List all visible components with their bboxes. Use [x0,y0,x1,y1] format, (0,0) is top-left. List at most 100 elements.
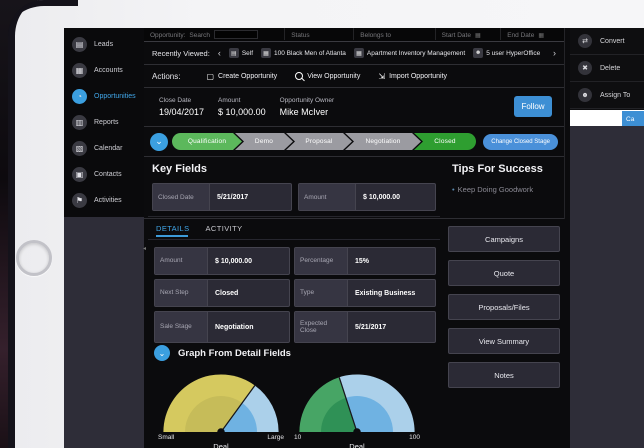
deal-value-gauge: 10 100 Deal [294,369,420,448]
sidebar-item-accounts[interactable]: ▦ Accounts [64,57,144,83]
lower-content: ◂ DETAILS ACTIVITY Amount $ 10,000.00 [144,214,564,219]
quote-button[interactable]: Quote [448,260,560,286]
sidebar-item-label: Calendar [94,145,122,152]
document-icon: ▤ [229,48,239,58]
filter-column-end-date[interactable]: End Date ▦ [500,28,564,40]
organization-icon: ▦ [354,48,364,58]
gauge-chart [158,369,284,433]
view-opportunity-action[interactable]: View Opportunity [295,72,360,80]
key-fields-title: Key Fields [152,163,207,175]
stage-chevrons: Qualification Demo Proposal Negotiation [172,133,476,150]
filter-search-cell[interactable]: Opportunity: Search [144,28,284,40]
sidebar-item-leads[interactable]: ▤ Leads [64,31,144,57]
change-closed-stage-button[interactable]: Change Closed Stage [483,134,558,150]
detail-field-expected-close[interactable]: Expected Close 5/21/2017 [294,311,436,343]
filter-search-input[interactable] [214,30,258,39]
stage-closed[interactable]: Closed [414,133,476,150]
stage-qualification[interactable]: Qualification [172,133,242,150]
sidebar-menu: ▤ Leads ▦ Accounts ◔ Opportunities ▥ Rep… [64,28,144,217]
contacts-icon: ▣ [72,167,87,182]
search-icon [295,72,303,80]
chevron-left-icon[interactable]: ‹ [218,49,221,58]
sidebar-item-reports[interactable]: ▥ Reports [64,109,144,135]
sidebar-item-label: Activities [94,197,122,204]
panel-action-button[interactable]: Ca [622,111,644,127]
detail-field-amount[interactable]: Amount $ 10,000.00 [154,247,290,275]
filter-column-status[interactable]: Status [284,28,353,40]
detail-field-percentage[interactable]: Percentage 15% [294,247,436,275]
filter-search-label: Opportunity: [150,32,185,39]
gauge-title: Deal [294,442,420,448]
record-summary-row: Close Date 19/04/2017 Amount $ 10,000.00… [144,88,564,127]
filter-row: Opportunity: Search Status Belongs to St… [144,28,564,42]
filter-column-belongs-to[interactable]: Belongs to [353,28,434,40]
key-fields-section: Key Fields Closed Date 5/21/2017 Amount … [144,157,564,219]
gauge-max-label: Large [267,434,284,441]
follow-button[interactable]: Follow [514,96,552,117]
detail-field-type[interactable]: Type Existing Business [294,279,436,307]
delete-action[interactable]: ✖ Delete [570,55,644,82]
assign-to-action[interactable]: ☻ Assign To [570,82,644,109]
stage-proposal[interactable]: Proposal [286,133,352,150]
notes-button[interactable]: Notes [448,362,560,388]
amount-field: Amount $ 10,000.00 [218,97,266,117]
stage-bar: ⌄ Qualification Demo Proposal Negotiatio… [144,127,564,157]
recently-viewed-label: Recently Viewed: [152,49,210,58]
actions-row: Actions: ▢ Create Opportunity View Oppor… [144,65,564,88]
opportunity-page: Opportunity: Search Status Belongs to St… [144,28,565,219]
app-screen: ▤ Leads ▦ Accounts ◔ Opportunities ▥ Rep… [64,28,644,448]
stage-demo[interactable]: Demo [235,133,293,150]
tab-activity[interactable]: ACTIVITY [206,224,243,233]
panel-empty-area [570,126,644,448]
assign-user-icon: ☻ [578,88,592,102]
recent-item-self[interactable]: ▤ Self [229,48,253,58]
sidebar-item-label: Contacts [94,171,122,178]
sidebar-item-contacts[interactable]: ▣ Contacts [64,161,144,187]
detail-field-sale-stage[interactable]: Sale Stage Negotiation [154,311,290,343]
recent-item-hyperoffice[interactable]: ☻ 5 user HyperOffice [473,48,540,58]
campaigns-button[interactable]: Campaigns [448,226,560,252]
detail-field-next-step[interactable]: Next Step Closed [154,279,290,307]
collapse-stage-icon[interactable]: ⌄ [150,133,168,151]
resize-handle-icon[interactable]: ◂ [143,245,146,252]
gauge-min-label: 10 [294,434,301,441]
calendar-icon[interactable]: ▦ [475,32,481,39]
import-opportunity-action[interactable]: ⇲ Import Opportunity [378,72,447,81]
record-actions-panel: ⇄ Convert ✖ Delete ☻ Assign To Ca [570,28,644,448]
leads-icon: ▤ [72,37,87,52]
activities-icon: ⚑ [72,193,87,208]
home-button[interactable] [16,240,52,276]
amount-keyfield[interactable]: Amount $ 10,000.00 [298,183,436,211]
chevron-right-icon[interactable]: › [553,49,556,58]
proposals-files-button[interactable]: Proposals/Files [448,294,560,320]
view-summary-button[interactable]: View Summary [448,328,560,354]
filter-column-start-date[interactable]: Start Date ▦ [435,28,501,40]
collapse-graph-icon[interactable]: ⌄ [154,345,170,361]
assign-input[interactable] [572,112,620,126]
convert-action[interactable]: ⇄ Convert [570,28,644,55]
sidebar-item-calendar[interactable]: ▧ Calendar [64,135,144,161]
closed-date-keyfield[interactable]: Closed Date 5/21/2017 [152,183,292,211]
close-date-field: Close Date 19/04/2017 [159,97,204,117]
delete-icon: ✖ [578,61,592,75]
actions-label: Actions: [152,72,180,81]
reports-icon: ▥ [72,115,87,130]
filter-search-text: Search [189,32,210,39]
calendar-icon[interactable]: ▦ [538,32,544,39]
recent-item-apartment-inventory[interactable]: ▦ Apartment Inventory Management [354,48,465,58]
gauge-charts: Small Large Deal 10 100 [158,369,420,448]
sidebar-item-activities[interactable]: ⚑ Activities [64,187,144,213]
stage-negotiation[interactable]: Negotiation [345,133,421,150]
organization-icon: ▦ [261,48,271,58]
recent-item-100-black-men[interactable]: ▦ 100 Black Men of Atlanta [261,48,346,58]
sidebar-item-opportunities[interactable]: ◔ Opportunities [64,83,144,109]
tips-item: •Keep Doing Goodwork [452,185,533,194]
recently-viewed-row: Recently Viewed: ‹ ▤ Self ▦ 100 Black Me… [144,42,564,65]
gauge-min-label: Small [158,434,174,441]
calendar-icon: ▧ [72,141,87,156]
create-opportunity-action[interactable]: ▢ Create Opportunity [206,72,277,81]
tab-details[interactable]: DETAILS [156,224,190,233]
accounts-icon: ▦ [72,63,87,78]
opportunity-owner-field: Opportunity Owner Mike McIver [280,97,335,117]
tablet-photo: ▤ Leads ▦ Accounts ◔ Opportunities ▥ Rep… [0,0,644,448]
